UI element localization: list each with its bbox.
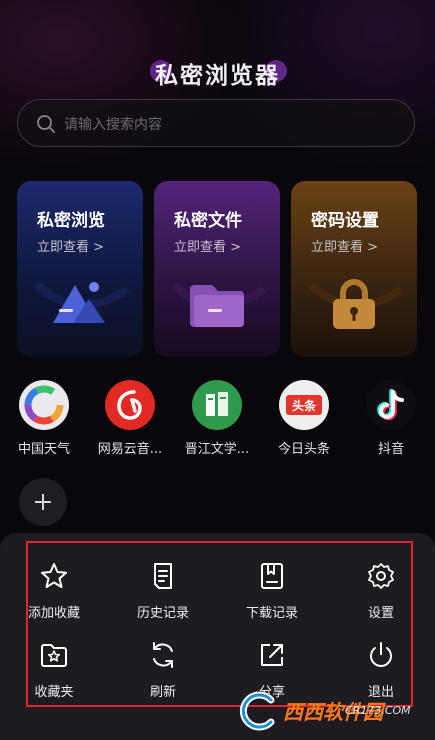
menu-favorites-folder[interactable]: 收藏夹 xyxy=(9,640,99,700)
watermark-c-icon xyxy=(239,691,275,731)
toutiao-icon: 头条 xyxy=(279,380,329,430)
search-placeholder: 请输入搜索内容 xyxy=(64,117,162,133)
app-label: 晋江文学... xyxy=(184,442,250,457)
search-input[interactable]: 请输入搜索内容 xyxy=(17,99,415,147)
card-private-files[interactable]: 私密文件 立即查看 > xyxy=(154,181,280,357)
history-doc-icon xyxy=(154,563,172,589)
menu-history[interactable]: 历史记录 xyxy=(118,561,208,621)
watermark-logo: 西西软件园 CR173.COM xyxy=(235,690,415,732)
share-icon xyxy=(261,644,283,666)
card-private-browsing[interactable]: 私密浏览 立即查看 > xyxy=(17,181,143,357)
netease-music-icon xyxy=(105,380,155,430)
app-title: 私密浏览器 xyxy=(155,63,280,89)
card-view-link: 立即查看 > xyxy=(174,240,242,255)
power-icon xyxy=(370,642,392,667)
padlock-icon xyxy=(308,279,404,329)
menu-label: 收藏夹 xyxy=(34,685,74,700)
menu-refresh[interactable]: 刷新 xyxy=(118,640,208,700)
app-label: 今日头条 xyxy=(277,442,330,457)
gear-icon xyxy=(368,563,394,589)
card-view-link: 立即查看 > xyxy=(311,240,379,255)
app-shortcut-toutiao[interactable]: 头条 今日头条 xyxy=(264,380,344,457)
search-icon xyxy=(37,115,55,133)
jinjiang-literature-icon xyxy=(192,380,242,430)
menu-downloads[interactable]: 下载记录 xyxy=(227,561,317,621)
add-shortcut-button[interactable] xyxy=(19,478,67,526)
card-view-link: 立即查看 > xyxy=(37,240,105,255)
china-weather-icon xyxy=(19,380,69,430)
menu-add-favorite[interactable]: 添加收藏 xyxy=(9,561,99,621)
refresh-icon xyxy=(153,642,173,668)
card-title: 私密浏览 xyxy=(37,211,105,231)
menu-label: 历史记录 xyxy=(136,606,189,621)
app-shortcut-china-weather[interactable]: 中国天气 xyxy=(4,380,84,457)
app-label: 网易云音... xyxy=(97,442,163,457)
menu-label: 下载记录 xyxy=(245,606,298,621)
app-title-bar: 私密浏览器 xyxy=(0,56,435,90)
bookmark-book-icon xyxy=(261,563,283,589)
star-folder-icon xyxy=(41,644,67,667)
star-icon xyxy=(41,563,67,588)
app-label: 抖音 xyxy=(377,442,404,457)
app-shortcut-douyin[interactable]: 抖音 xyxy=(351,380,431,457)
menu-settings[interactable]: 设置 xyxy=(336,561,426,621)
card-password-settings[interactable]: 密码设置 立即查看 > xyxy=(291,181,417,357)
menu-label: 添加收藏 xyxy=(27,606,80,621)
toutiao-badge: 头条 xyxy=(291,399,316,413)
menu-label: 设置 xyxy=(367,606,394,621)
card-title: 密码设置 xyxy=(311,211,379,231)
watermark-url: CR173.COM xyxy=(345,704,411,717)
menu-label: 刷新 xyxy=(149,685,176,700)
app-shortcut-netease-music[interactable]: 网易云音... xyxy=(90,380,170,457)
app-label: 中国天气 xyxy=(17,442,70,457)
douyin-icon xyxy=(366,380,416,430)
app-shortcut-jinjiang[interactable]: 晋江文学... xyxy=(177,380,257,457)
card-title: 私密文件 xyxy=(174,211,242,231)
mountain-lock-icon xyxy=(34,282,130,323)
folder-icon xyxy=(171,282,267,327)
plus-icon xyxy=(35,494,51,510)
